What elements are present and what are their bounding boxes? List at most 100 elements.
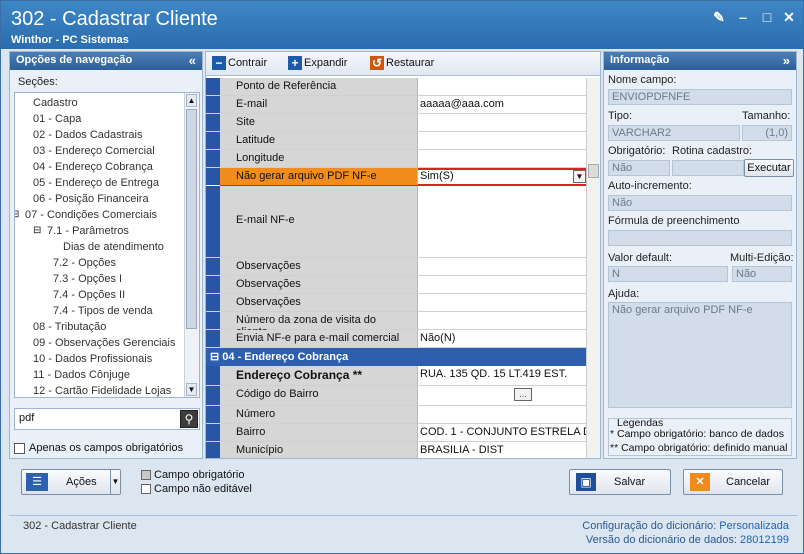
noneditable-swatch bbox=[141, 484, 151, 494]
tree-item[interactable]: 06 - Posição Financeira bbox=[33, 193, 149, 205]
group-header[interactable]: ⊟ 04 - Endereço Cobrança bbox=[206, 348, 600, 366]
row-value[interactable] bbox=[418, 150, 586, 167]
tree-item[interactable]: Cadastro bbox=[33, 97, 78, 109]
tree-item[interactable]: 02 - Dados Cadastrais bbox=[33, 129, 142, 141]
grid-row[interactable]: Observações bbox=[206, 258, 600, 276]
grid-scroll-thumb[interactable] bbox=[588, 164, 599, 178]
grid-row[interactable]: Observações bbox=[206, 276, 600, 294]
grid-row[interactable]: Ponto de Referência bbox=[206, 78, 600, 96]
row-value[interactable]: aaaaa@aaa.com bbox=[418, 96, 586, 113]
checkbox-box[interactable] bbox=[14, 442, 25, 454]
tree-item[interactable]: 12 - Cartão Fidelidade Lojas bbox=[33, 385, 171, 397]
row-value[interactable]: RUA. 135 QD. 15 LT.419 EST. bbox=[418, 366, 586, 385]
executar-button[interactable]: Executar bbox=[744, 159, 794, 177]
grid-row[interactable]: Endereço Cobrança ** RUA. 135 QD. 15 LT.4… bbox=[206, 366, 600, 386]
grid-row[interactable]: Site bbox=[206, 114, 600, 132]
grid-row[interactable]: Envia NF-e para e-mail comercialNão(N)▼ bbox=[206, 330, 600, 348]
row-value[interactable] bbox=[418, 276, 586, 293]
tree-item[interactable]: 05 - Endereço de Entrega bbox=[33, 177, 159, 189]
row-gutter bbox=[206, 442, 220, 458]
collapse-group-icon[interactable]: ⊟ bbox=[210, 351, 222, 363]
acoes-button[interactable]: ☰ Ações ▼ bbox=[21, 469, 121, 495]
information-header-title: Informação bbox=[610, 54, 670, 66]
grid-row[interactable]: Latitude bbox=[206, 132, 600, 150]
grid-row[interactable]: Não gerar arquivo PDF NF-e Sim(S) ▼ bbox=[206, 168, 588, 186]
expand-toggle-icon[interactable]: ⊟ bbox=[33, 225, 41, 236]
grid-row[interactable]: Código do Bairro… bbox=[206, 386, 600, 406]
maximize-icon[interactable]: □ bbox=[759, 9, 775, 25]
restaurar-button[interactable]: ↺ Restaurar bbox=[370, 56, 434, 70]
row-gutter bbox=[206, 366, 220, 385]
salvar-button[interactable]: ▣ Salvar bbox=[569, 469, 671, 495]
row-value[interactable]: Sim(S) bbox=[418, 168, 586, 185]
tree-item[interactable]: 10 - Dados Profissionais bbox=[33, 353, 152, 365]
row-value[interactable] bbox=[418, 186, 586, 257]
grid-row[interactable]: Número bbox=[206, 406, 600, 424]
obrigatorio-field: Não bbox=[608, 160, 670, 176]
collapse-left-icon[interactable]: « bbox=[189, 53, 196, 68]
row-gutter bbox=[206, 386, 220, 405]
row-value[interactable] bbox=[418, 312, 586, 329]
cancelar-button[interactable]: ✕ Cancelar bbox=[683, 469, 783, 495]
tree-item[interactable]: 08 - Tributação bbox=[33, 321, 106, 333]
ellipsis-button[interactable]: … bbox=[514, 388, 532, 401]
grid-row[interactable]: Bairro COD. 1 - CONJUNTO ESTRELA DO bbox=[206, 424, 600, 442]
tree-item[interactable]: 07 - Condições Comerciais bbox=[25, 209, 157, 221]
row-value[interactable]: COD. 1 - CONJUNTO ESTRELA DO bbox=[418, 424, 586, 441]
tree-item[interactable]: 7.2 - Opções bbox=[53, 257, 116, 269]
secoes-label: Seções: bbox=[18, 76, 58, 88]
acoes-dropdown-icon[interactable]: ▼ bbox=[110, 470, 120, 494]
tree-item[interactable]: 7.1 - Parâmetros bbox=[47, 225, 129, 237]
grid-row[interactable]: Observações bbox=[206, 294, 600, 312]
row-value[interactable] bbox=[418, 132, 586, 149]
expand-toggle-icon[interactable]: ⊟ bbox=[15, 209, 19, 220]
tree-item[interactable]: 01 - Capa bbox=[33, 113, 81, 125]
formula-label: Fórmula de preenchimento bbox=[608, 215, 740, 227]
grid-toolbar: − Contrair + Expandir ↺ Restaurar bbox=[206, 52, 600, 76]
tree-item[interactable]: 7.4 - Opções II bbox=[53, 289, 125, 301]
row-value[interactable] bbox=[418, 258, 586, 275]
only-required-checkbox[interactable]: Apenas os campos obrigatórios bbox=[14, 442, 183, 454]
grid-row[interactable]: Número da zona de visita do cliente bbox=[206, 312, 600, 338]
edit-icon[interactable]: ✎ bbox=[711, 9, 727, 25]
restore-icon: ↺ bbox=[370, 56, 384, 70]
minimize-icon[interactable]: – bbox=[735, 9, 751, 25]
grid-row[interactable]: E-mail NF-e bbox=[206, 186, 600, 258]
legend-required: Campo obrigatório bbox=[141, 469, 245, 481]
only-required-label: Apenas os campos obrigatórios bbox=[29, 442, 184, 454]
status-version: Versão do dicionário de dados: 28012199 bbox=[586, 534, 789, 546]
sections-tree[interactable]: ▲ ▼ Cadastro 01 - Capa 02 - Dados Cadastra… bbox=[14, 92, 200, 398]
tree-item[interactable]: 7.4 - Tipos de venda bbox=[53, 305, 153, 317]
grid-scrollbar[interactable] bbox=[586, 78, 600, 458]
expandir-button[interactable]: + Expandir bbox=[288, 56, 347, 70]
contrair-button[interactable]: − Contrair bbox=[212, 56, 267, 70]
grid-row[interactable]: Longitude bbox=[206, 150, 600, 168]
tree-scrollbar[interactable]: ▲ ▼ bbox=[184, 93, 199, 397]
row-value[interactable] bbox=[418, 406, 586, 423]
row-label: Observações bbox=[220, 294, 418, 311]
search-icon[interactable]: ⚲ bbox=[180, 410, 198, 428]
tree-item[interactable]: 11 - Dados Cônjuge bbox=[33, 369, 130, 381]
row-value[interactable]: BRASILIA - DIST bbox=[418, 442, 586, 458]
autoinc-field: Não bbox=[608, 195, 792, 211]
row-value[interactable] bbox=[418, 114, 586, 131]
tree-item[interactable]: Dias de atendimento bbox=[63, 241, 164, 253]
row-value[interactable] bbox=[418, 386, 586, 405]
window-subtitle: Winthor - PC Sistemas bbox=[11, 34, 129, 46]
tree-item[interactable]: 7.3 - Opções I bbox=[53, 273, 122, 285]
collapse-right-icon[interactable]: » bbox=[783, 53, 790, 68]
search-input[interactable]: pdf ⚲ bbox=[14, 408, 200, 430]
tree-item[interactable]: 03 - Endereço Comercial bbox=[33, 145, 155, 157]
tree-item[interactable]: 04 - Endereço Cobrança bbox=[33, 161, 153, 173]
scroll-thumb[interactable] bbox=[186, 109, 197, 329]
scroll-up-icon[interactable]: ▲ bbox=[186, 94, 197, 107]
grid-row[interactable]: Município BRASILIA - DIST bbox=[206, 442, 600, 458]
dropdown-arrow-icon[interactable]: ▼ bbox=[573, 170, 586, 183]
close-icon[interactable]: ✕ bbox=[781, 9, 797, 25]
row-value[interactable]: Não(N) bbox=[418, 330, 586, 347]
grid-row[interactable]: E-mail aaaaa@aaa.com bbox=[206, 96, 600, 114]
scroll-down-icon[interactable]: ▼ bbox=[186, 383, 197, 396]
row-value[interactable] bbox=[418, 294, 586, 311]
row-value[interactable] bbox=[418, 78, 586, 95]
tree-item[interactable]: 09 - Observações Gerenciais bbox=[33, 337, 175, 349]
